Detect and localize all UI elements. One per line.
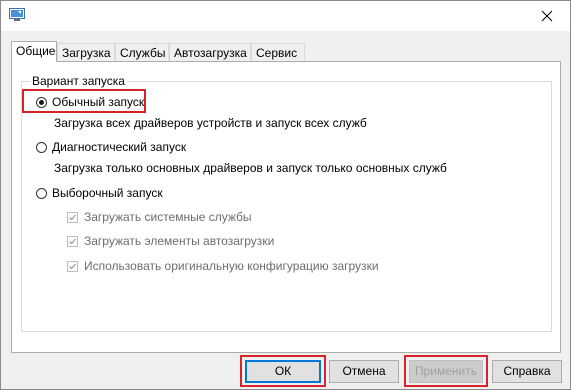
load-startup-items-label: Загружать элементы автозагрузки xyxy=(84,234,275,248)
load-system-services-label: Загружать системные службы xyxy=(84,210,252,224)
use-original-boot-config-label: Использовать оригинальную конфигурацию з… xyxy=(84,259,379,273)
selective-startup-label[interactable]: Выборочный запуск xyxy=(52,186,163,200)
msconfig-icon xyxy=(9,8,25,21)
help-button[interactable]: Справка xyxy=(492,360,562,383)
checkbox-load-startup-items[interactable] xyxy=(67,236,78,247)
cancel-button[interactable]: Отмена xyxy=(329,360,399,383)
tab-label: Автозагрузка xyxy=(174,46,247,60)
tab-label: Загрузка xyxy=(62,46,111,60)
tab-label: Общие xyxy=(16,44,56,58)
normal-startup-highlight xyxy=(22,89,146,113)
tab-label: Сервис xyxy=(256,46,298,60)
system-configuration-window: Общие Загрузка Службы Автозагрузка Серви… xyxy=(0,0,571,390)
close-button[interactable] xyxy=(524,1,570,31)
tab-startup[interactable]: Автозагрузка xyxy=(169,43,251,61)
group-label: Вариант запуска xyxy=(30,74,127,88)
tab-services[interactable]: Службы xyxy=(115,43,169,61)
title-bar xyxy=(1,1,570,31)
ok-button[interactable]: ОК xyxy=(245,360,321,383)
apply-button[interactable]: Применить xyxy=(409,360,483,383)
checkbox-load-system-services[interactable] xyxy=(67,212,78,223)
tab-boot[interactable]: Загрузка xyxy=(57,43,115,61)
checkmark-icon xyxy=(69,238,76,245)
radio-selective-startup[interactable] xyxy=(36,188,47,199)
normal-startup-description: Загрузка всех драйверов устройств и запу… xyxy=(54,116,367,130)
tab-general[interactable]: Общие xyxy=(11,41,57,62)
tab-label: Службы xyxy=(120,46,166,60)
startup-selection-group: Вариант запуска Обычный запуск Загрузка … xyxy=(21,74,552,332)
radio-diagnostic-startup[interactable] xyxy=(36,142,47,153)
checkbox-use-original-boot-config[interactable] xyxy=(67,261,78,272)
checkmark-icon xyxy=(69,263,76,270)
diagnostic-startup-description: Загрузка только основных драйверов и зап… xyxy=(54,161,447,175)
close-icon xyxy=(541,10,553,22)
tab-tools[interactable]: Сервис xyxy=(251,43,305,61)
checkmark-icon xyxy=(69,214,76,221)
diagnostic-startup-label[interactable]: Диагностический запуск xyxy=(52,140,186,154)
